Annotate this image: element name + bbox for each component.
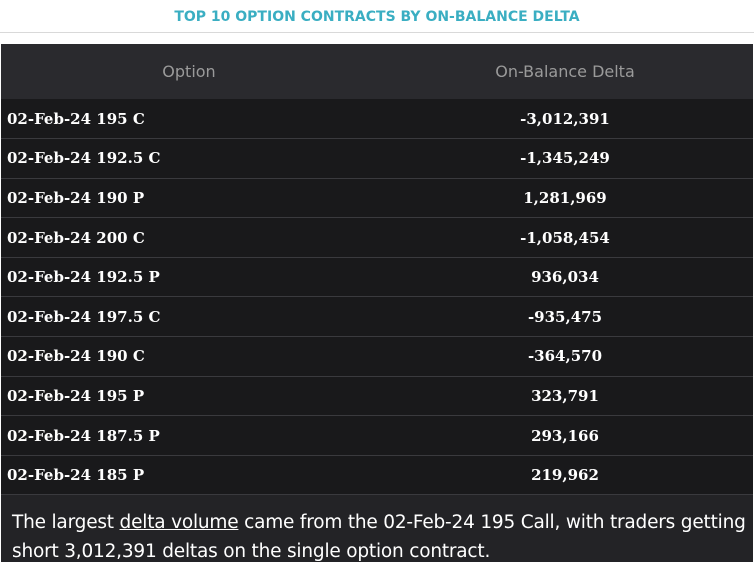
option-cell: 02-Feb-24 187.5 P [7, 426, 160, 445]
option-cell: 02-Feb-24 192.5 P [7, 268, 160, 287]
column-header-on-balance-delta[interactable]: On-Balance Delta [377, 44, 753, 99]
summary-prefix: The largest [12, 512, 120, 533]
table-row: 02-Feb-24 195 C -3,012,391 [1, 99, 753, 139]
table-row: 02-Feb-24 197.5 C -935,475 [1, 296, 753, 337]
delta-cell: 323,791 [531, 386, 599, 405]
delta-cell: -3,012,391 [520, 109, 610, 128]
table-header-row: Option On-Balance Delta [1, 44, 753, 99]
table-row: 02-Feb-24 187.5 P 293,166 [1, 415, 753, 456]
delta-cell: 293,166 [531, 426, 599, 445]
table-row: 02-Feb-24 185 P 219,962 [1, 455, 753, 495]
column-header-option[interactable]: Option [1, 44, 377, 99]
table-row: 02-Feb-24 200 C -1,058,454 [1, 217, 753, 258]
delta-cell: 219,962 [531, 466, 599, 485]
option-cell: 02-Feb-24 190 P [7, 188, 145, 207]
option-cell: 02-Feb-24 190 C [7, 347, 145, 366]
delta-cell: 1,281,969 [523, 188, 607, 207]
table-row: 02-Feb-24 190 C -364,570 [1, 336, 753, 377]
option-contracts-table: Option On-Balance Delta 02-Feb-24 195 C … [1, 44, 753, 495]
page-title-bar: TOP 10 OPTION CONTRACTS BY ON-BALANCE DE… [0, 0, 754, 33]
table-row: 02-Feb-24 190 P 1,281,969 [1, 178, 753, 218]
delta-volume-link[interactable]: delta volume [120, 512, 239, 533]
delta-cell: -364,570 [527, 347, 603, 366]
option-cell: 02-Feb-24 195 P [7, 386, 145, 405]
table-row: 02-Feb-24 192.5 C -1,345,249 [1, 138, 753, 179]
table-row: 02-Feb-24 195 P 323,791 [1, 376, 753, 416]
delta-cell: 936,034 [531, 268, 599, 287]
option-cell: 02-Feb-24 197.5 C [7, 307, 161, 326]
option-cell: 02-Feb-24 185 P [7, 466, 145, 485]
delta-cell: -1,345,249 [520, 149, 610, 168]
delta-cell: -1,058,454 [520, 228, 610, 247]
table-row: 02-Feb-24 192.5 P 936,034 [1, 257, 753, 297]
page-title: TOP 10 OPTION CONTRACTS BY ON-BALANCE DE… [174, 9, 580, 25]
option-cell: 02-Feb-24 195 C [7, 109, 145, 128]
summary-text: The largest delta volume came from the 0… [12, 508, 747, 566]
delta-cell: -935,475 [527, 307, 603, 326]
option-cell: 02-Feb-24 192.5 C [7, 149, 161, 168]
option-cell: 02-Feb-24 200 C [7, 228, 145, 247]
option-contracts-panel: Option On-Balance Delta 02-Feb-24 195 C … [1, 44, 753, 562]
